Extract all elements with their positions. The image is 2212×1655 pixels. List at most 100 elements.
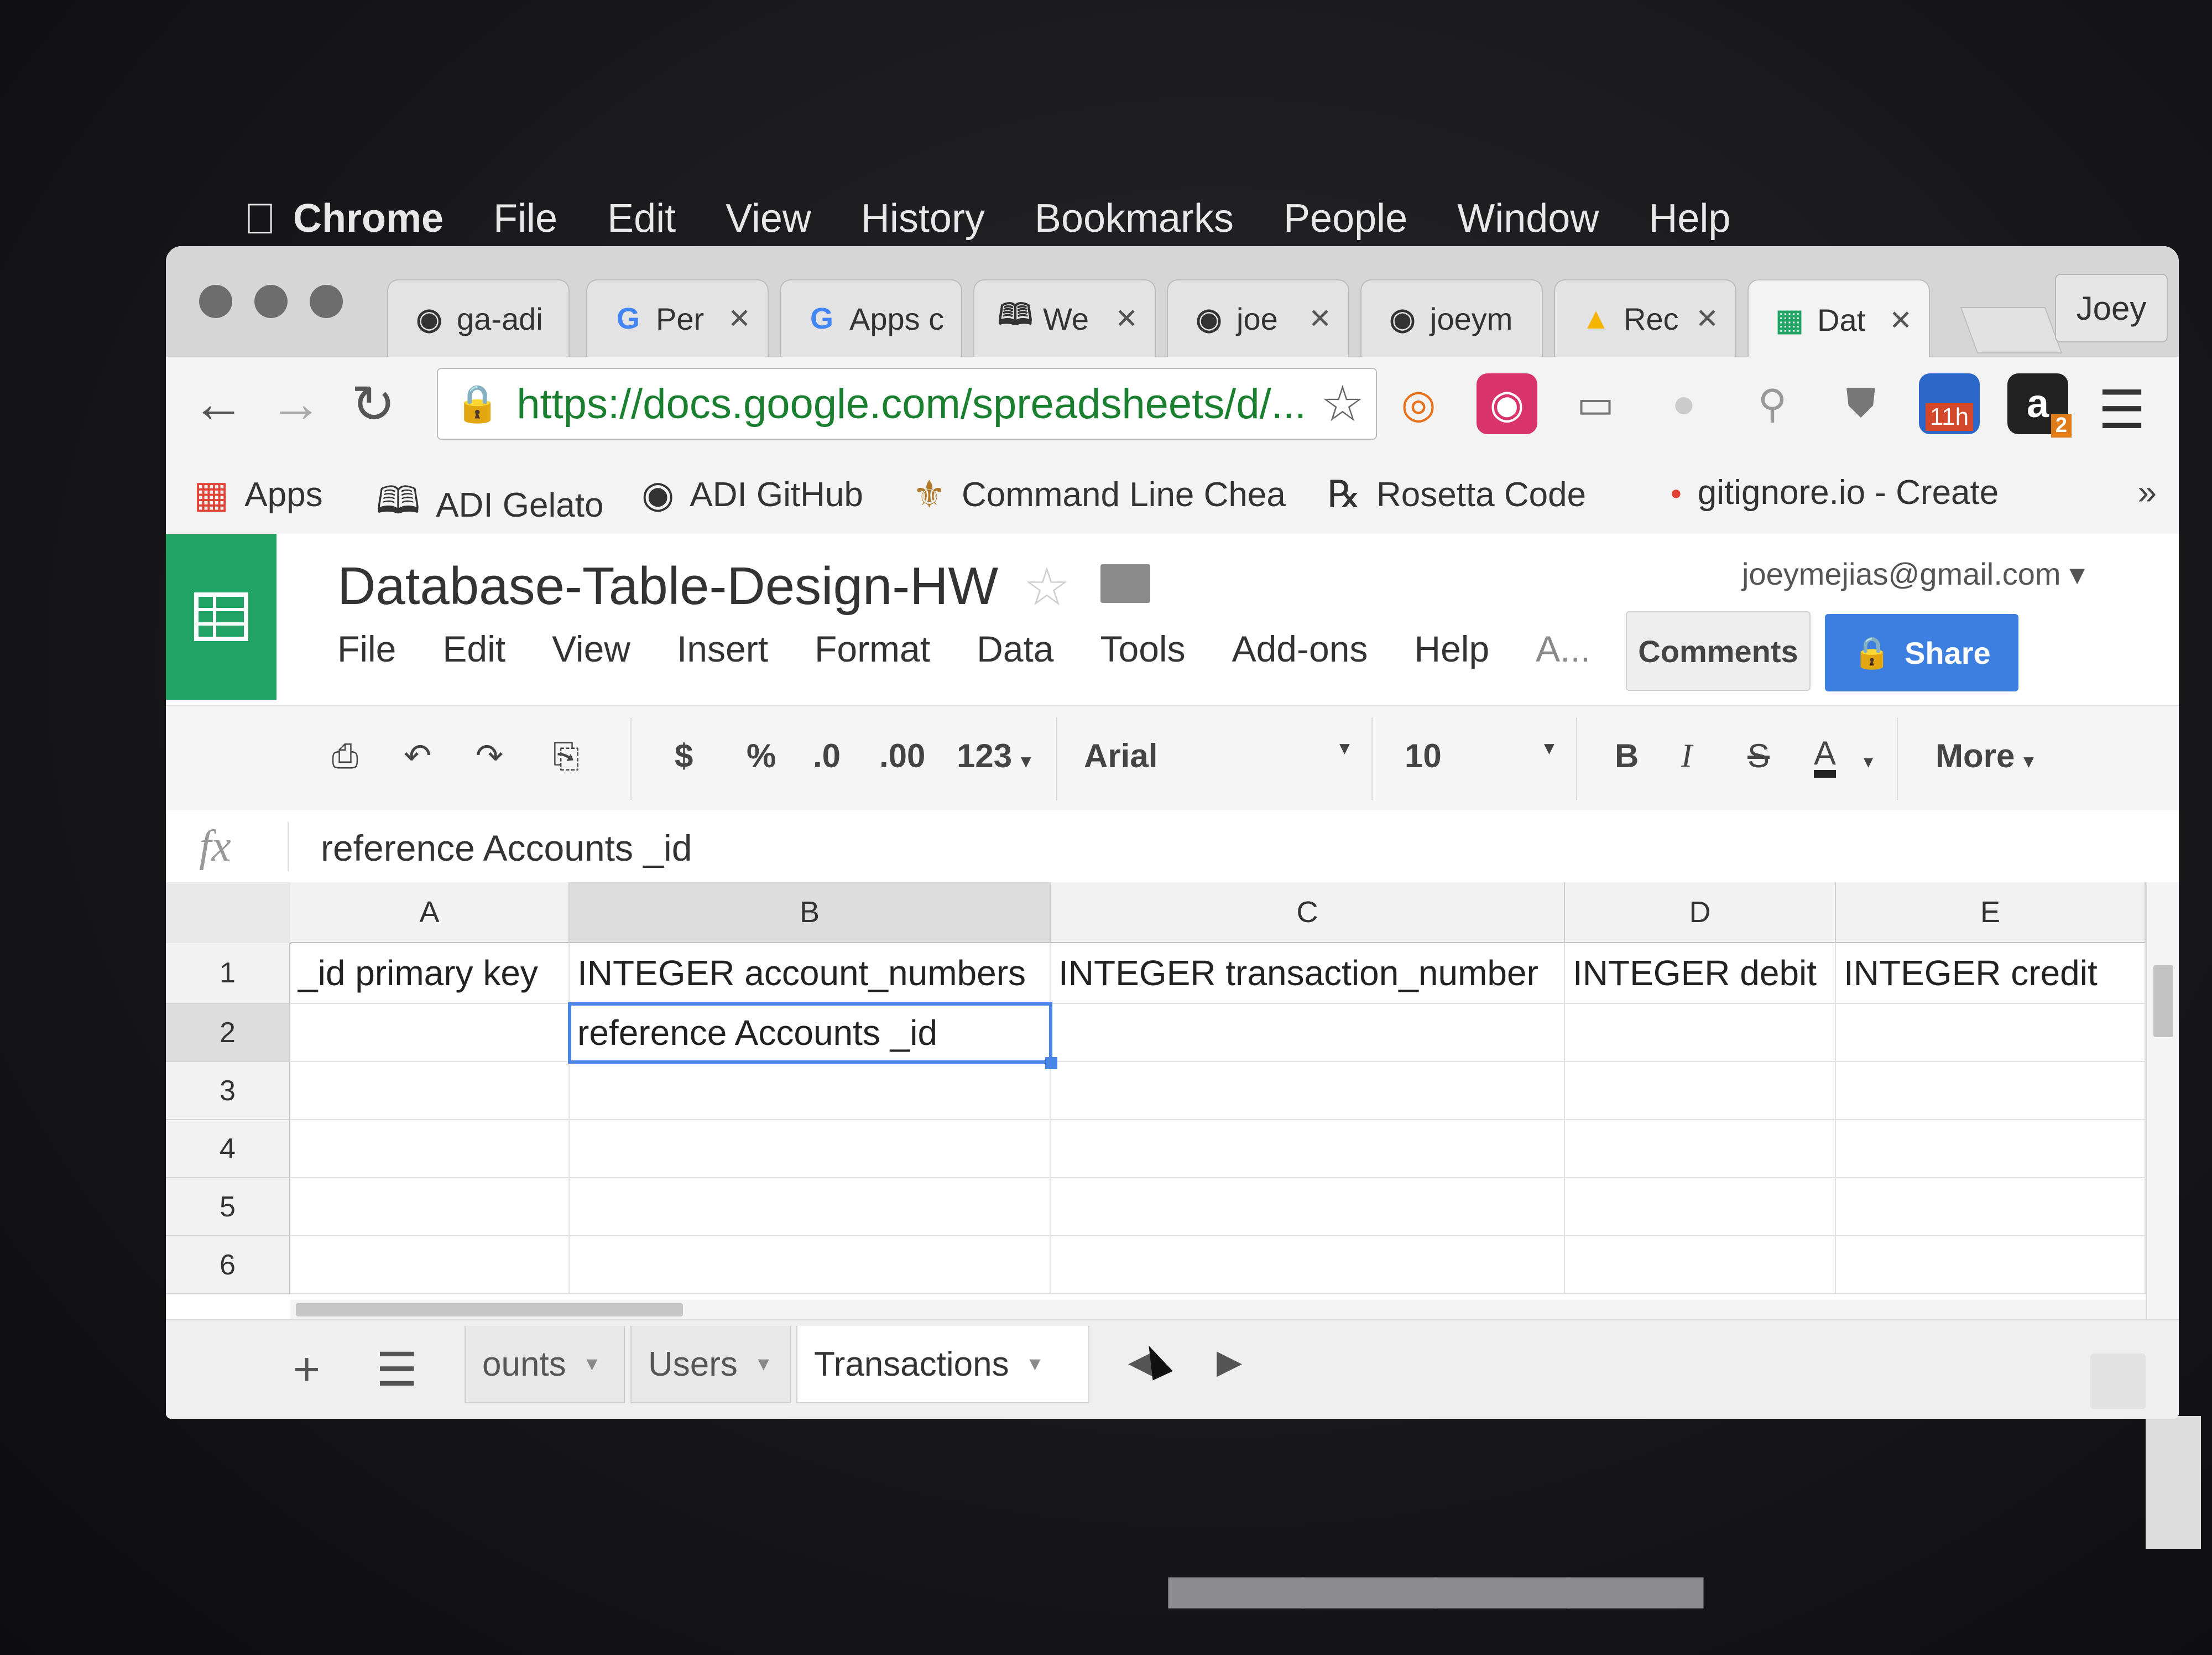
sheet-tab[interactable]: ounts ▼ <box>465 1326 625 1403</box>
search-icon[interactable]: ⚲ <box>1742 373 1803 434</box>
browser-tab[interactable]: ◉ joeym <box>1360 279 1543 357</box>
browser-tab[interactable]: ◉ joe ✕ <box>1167 279 1349 357</box>
browser-tab[interactable]: G Apps c <box>780 279 962 357</box>
comments-button[interactable]: Comments <box>1626 611 1811 691</box>
vertical-scrollbar[interactable] <box>2146 882 2179 1319</box>
row-header-3[interactable]: 3 <box>166 1062 290 1120</box>
cell-d6[interactable] <box>1565 1236 1836 1294</box>
cell-c1[interactable]: INTEGER transaction_number <box>1051 943 1565 1004</box>
redo-icon[interactable]: ↷ <box>476 737 503 776</box>
menu-file[interactable]: File <box>337 628 396 670</box>
bookmarks-overflow-button[interactable]: » <box>2138 473 2157 512</box>
extension-shield-icon[interactable]: ⛊ <box>1830 373 1891 434</box>
cell-b6[interactable] <box>570 1236 1051 1294</box>
currency-format-button[interactable]: $ <box>675 737 693 775</box>
account-email[interactable]: joeymejias@gmail.com ▾ <box>1742 556 2085 592</box>
close-tab-icon[interactable]: ✕ <box>1115 303 1138 335</box>
select-all-corner[interactable] <box>166 882 291 944</box>
row-header-2[interactable]: 2 <box>166 1004 290 1062</box>
percent-format-button[interactable]: % <box>747 737 776 775</box>
menu-view[interactable]: View <box>552 628 630 670</box>
apple-icon[interactable]:  <box>227 194 293 244</box>
cell-d3[interactable] <box>1565 1062 1836 1120</box>
horizontal-scrollbar[interactable] <box>290 1300 2146 1319</box>
close-window-button[interactable] <box>199 285 232 318</box>
menubar-bookmarks[interactable]: Bookmarks <box>1035 196 1234 241</box>
minimize-window-button[interactable] <box>254 285 288 318</box>
cell-e5[interactable] <box>1836 1178 2146 1236</box>
menubar-window[interactable]: Window <box>1457 196 1599 241</box>
more-button[interactable]: More ▾ <box>1936 737 2033 775</box>
star-icon[interactable]: ☆ <box>1023 556 1071 618</box>
cell-d1[interactable]: INTEGER debit <box>1565 943 1836 1004</box>
chevron-down-icon[interactable]: ▾ <box>1864 751 1873 773</box>
close-tab-icon[interactable]: ✕ <box>1308 303 1332 335</box>
column-header-c[interactable]: C <box>1051 882 1565 943</box>
sheet-tab-active[interactable]: Transactions ▼ <box>796 1326 1089 1403</box>
number-format-dropdown[interactable]: 123 ▾ <box>957 737 1031 775</box>
profile-button[interactable]: Joey <box>2055 274 2168 342</box>
cell-e2[interactable] <box>1836 1004 2146 1062</box>
scroll-right-icon[interactable]: ▶ <box>1217 1342 1242 1381</box>
formula-input[interactable]: reference Accounts _id <box>321 827 692 869</box>
cell-e4[interactable] <box>1836 1120 2146 1178</box>
bookmark-item[interactable]: ◉ ADI GitHub <box>641 473 863 517</box>
folder-icon[interactable] <box>1100 564 1150 603</box>
menu-insert[interactable]: Insert <box>677 628 768 670</box>
cell-c6[interactable] <box>1051 1236 1565 1294</box>
cell-a2[interactable] <box>290 1004 570 1062</box>
browser-tab[interactable]: ▲ Rec ✕ <box>1554 279 1736 357</box>
close-tab-icon[interactable]: ✕ <box>1695 303 1719 335</box>
address-bar[interactable]: 🔒 https://docs.google.com/spreadsheets/d… <box>437 368 1377 440</box>
column-header-d[interactable]: D <box>1565 882 1836 943</box>
cell-b2[interactable]: reference Accounts _id <box>570 1004 1051 1062</box>
chrome-menu-icon[interactable]: ☰ <box>2098 379 2146 441</box>
strikethrough-button[interactable]: S <box>1747 737 1770 775</box>
forward-icon[interactable]: → <box>265 373 326 434</box>
paint-format-icon[interactable]: ⎘ <box>553 737 580 776</box>
menu-edit[interactable]: Edit <box>442 628 505 670</box>
bookmark-item[interactable]: ⚜ Command Line Chea <box>912 473 1286 517</box>
column-header-e[interactable]: E <box>1836 882 2146 943</box>
browser-tab[interactable]: 🕮 We ✕ <box>973 279 1156 357</box>
menu-addons[interactable]: Add-ons <box>1232 628 1368 670</box>
cell-b4[interactable] <box>570 1120 1051 1178</box>
row-header-6[interactable]: 6 <box>166 1236 290 1294</box>
cell-d5[interactable] <box>1565 1178 1836 1236</box>
italic-button[interactable]: I <box>1681 737 1692 775</box>
cell-a5[interactable] <box>290 1178 570 1236</box>
menubar-view[interactable]: View <box>726 196 811 241</box>
cell-e6[interactable] <box>1836 1236 2146 1294</box>
cell-c5[interactable] <box>1051 1178 1565 1236</box>
browser-tab[interactable]: G Per ✕ <box>586 279 769 357</box>
menubar-help[interactable]: Help <box>1648 196 1730 241</box>
bookmark-item[interactable]: ℞ Rosetta Code <box>1327 473 1586 517</box>
font-family-dropdown[interactable]: Arial ▾ <box>1084 737 1349 775</box>
menubar-edit[interactable]: Edit <box>607 196 676 241</box>
cell-c2[interactable] <box>1051 1004 1565 1062</box>
row-header-1[interactable]: 1 <box>166 943 290 1004</box>
menubar-people[interactable]: People <box>1284 196 1407 241</box>
all-sheets-icon[interactable]: ☰ <box>376 1342 418 1397</box>
bookmark-item[interactable]: ● gitignore.io - Create <box>1670 473 1999 512</box>
close-tab-icon[interactable]: ✕ <box>1889 304 1912 336</box>
increase-decimal-button[interactable]: .00 <box>879 737 925 775</box>
explore-icon[interactable] <box>2090 1354 2146 1409</box>
sheets-logo-icon[interactable] <box>166 534 276 700</box>
menu-tools[interactable]: Tools <box>1100 628 1186 670</box>
cell-a6[interactable] <box>290 1236 570 1294</box>
amazon-icon[interactable]: a 2 <box>2007 373 2072 438</box>
scroll-thumb[interactable] <box>2153 965 2173 1037</box>
cell-c4[interactable] <box>1051 1120 1565 1178</box>
cell-e3[interactable] <box>1836 1062 2146 1120</box>
cell-a3[interactable] <box>290 1062 570 1120</box>
menu-help[interactable]: Help <box>1414 628 1489 670</box>
text-color-button[interactable]: A <box>1814 737 1837 778</box>
cell-b3[interactable] <box>570 1062 1051 1120</box>
cell-d4[interactable] <box>1565 1120 1836 1178</box>
reload-icon[interactable]: ↻ <box>343 373 404 435</box>
bookmark-item[interactable]: ▦ Apps <box>194 473 323 517</box>
document-title[interactable]: Database-Table-Design-HW <box>337 556 998 617</box>
menubar-app-name[interactable]: Chrome <box>293 196 444 241</box>
row-header-5[interactable]: 5 <box>166 1178 290 1236</box>
